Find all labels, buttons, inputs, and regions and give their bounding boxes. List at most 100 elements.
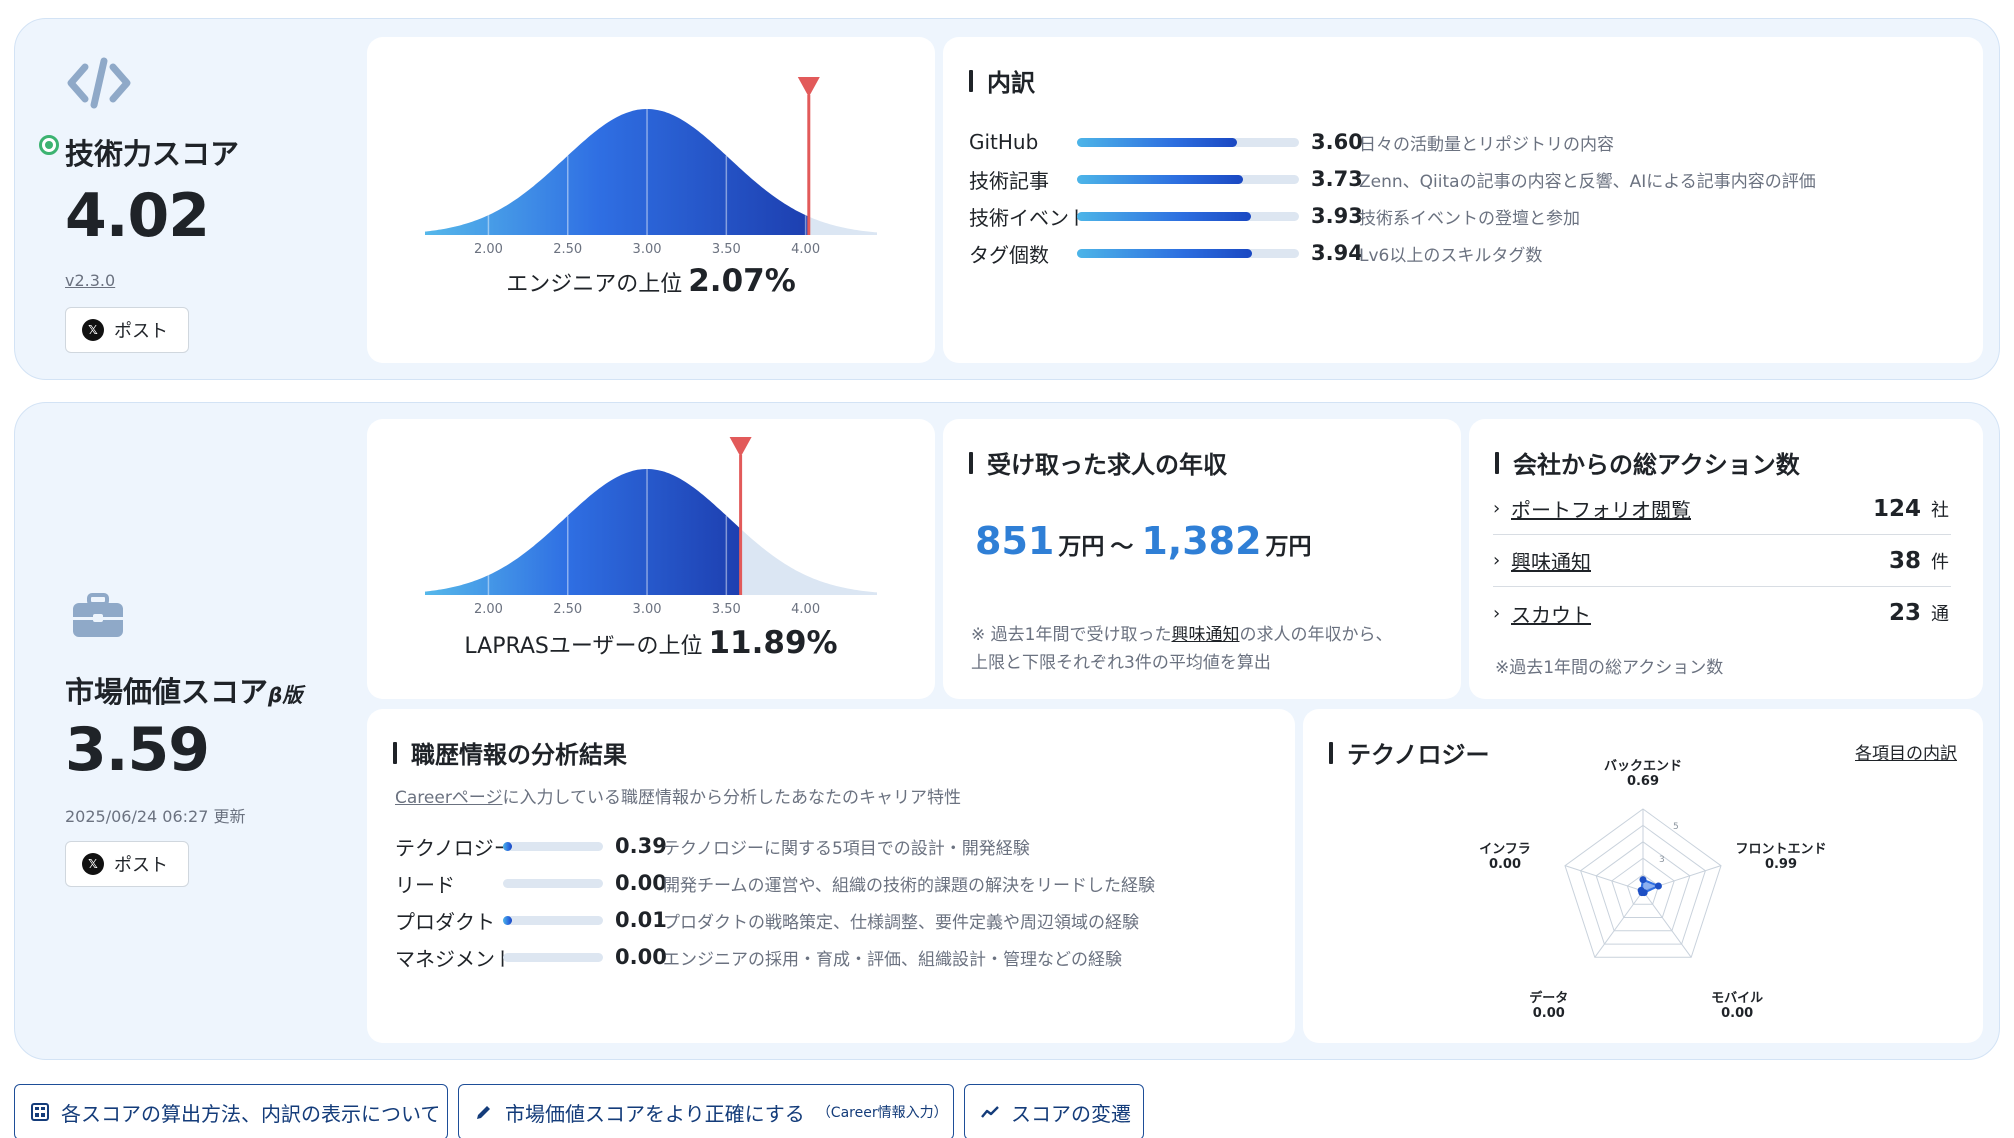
radar-scale-label: 3: [1659, 855, 1665, 865]
score-calculation-button[interactable]: 各スコアの算出方法、内訳の表示について: [14, 1084, 448, 1138]
button-label: スコアの変遷: [1011, 1101, 1131, 1126]
radar-value-point: [1637, 886, 1645, 894]
percentile-prefix: LAPRASユーザーの上位: [464, 634, 703, 659]
score-row: 技術イベント 3.93 技術系イベントの登壇と参加: [969, 201, 1969, 231]
radar-axis-value: 0.00: [1488, 856, 1522, 872]
pencil-icon: [475, 1102, 493, 1122]
row-value: 3.93: [1311, 204, 1363, 228]
distribution-fill: [425, 469, 741, 595]
chevron-right-icon: ›: [1493, 550, 1501, 571]
x-logo-icon: 𝕏: [82, 853, 104, 875]
interest-notice-link[interactable]: 興味通知: [1171, 625, 1239, 645]
chevron-right-icon: ›: [1493, 498, 1501, 519]
technology-card: テクノロジー 各項目の内訳 53 バックエンド 0.69 フロントエンド 0.99 モバ…: [1303, 709, 1983, 1043]
tick-label: 4.00: [791, 602, 820, 617]
row-bar-track: [1077, 249, 1299, 258]
action-count: 23: [1888, 600, 1921, 626]
radar-axis-label: フロントエンド 0.99: [1721, 842, 1841, 872]
career-card: 職歴情報の分析結果 Careerページに入力している職歴情報から分析したあなたの…: [367, 709, 1295, 1043]
radar-axis-name: バックエンド: [1603, 759, 1682, 774]
chevron-right-icon: ›: [1493, 602, 1501, 624]
salary-low: 851: [975, 519, 1055, 563]
action-link[interactable]: ポートフォリオ閲覧: [1511, 494, 1873, 523]
action-row: › ポートフォリオ閲覧 124 社: [1493, 483, 1951, 535]
radar-axis-name: データ: [1529, 991, 1569, 1007]
improve-market-score-button[interactable]: 市場価値スコアをより正確にする （Career情報入力）: [458, 1084, 954, 1138]
score-version-link[interactable]: v2.3.0: [65, 271, 115, 290]
row-bar-track: [503, 879, 603, 888]
radar-value-point: [1639, 876, 1647, 884]
row-bar-fill: [1077, 138, 1237, 147]
action-link[interactable]: スカウト: [1511, 599, 1889, 628]
radar-axis-name: インフラ: [1479, 841, 1531, 857]
radar-axis-label: バックエンド 0.69: [1583, 759, 1703, 789]
tick-label: 2.00: [474, 242, 503, 257]
row-description: エンジニアの採用・育成・評価、組織設計・管理などの経験: [663, 949, 1122, 970]
score-row: GitHub 3.60 日々の活動量とリポジトリの内容: [969, 127, 1969, 157]
row-description: 開発チームの運営や、組織の技術的課題の解決をリードした経験: [663, 875, 1155, 896]
radar-axis: [1594, 890, 1644, 958]
actions-note: ※過去1年間の総アクション数: [1495, 658, 1724, 678]
row-value: 0.01: [615, 908, 667, 932]
score-marker-icon: [729, 437, 752, 457]
action-link[interactable]: 興味通知: [1511, 546, 1889, 575]
x-logo-icon: 𝕏: [82, 319, 104, 341]
post-label: ポスト: [114, 855, 168, 876]
row-bar-fill: [1077, 212, 1252, 221]
score-row: 技術記事 3.73 Zenn、Qiitaの記事の内容と反響、AIによる記事内容の評価: [969, 164, 1969, 194]
row-description: プロダクトの戦略策定、仕様調整、要件定義や周辺領域の経験: [663, 912, 1139, 933]
row-description: Lv6以上のスキルタグ数: [1359, 245, 1543, 266]
row-bar-fill: [1077, 175, 1243, 184]
tech-score-title: 技術力スコア: [65, 137, 240, 171]
actions-card: 会社からの総アクション数 › ポートフォリオ閲覧 124 社 › 興味通知 38 件 › スカウト…: [1469, 419, 1983, 699]
score-history-button[interactable]: スコアの変遷: [964, 1084, 1144, 1138]
salary-range: 851 万円〜 1,382 万円: [975, 519, 1318, 563]
action-unit: 社: [1931, 499, 1949, 521]
calculator-icon: [31, 1102, 49, 1122]
row-label: 技術記事: [969, 168, 1049, 193]
row-bar-fill: [1077, 249, 1252, 258]
radar-axis-name: フロントエンド: [1735, 841, 1827, 857]
salary-title: 受け取った求人の年収: [969, 445, 1227, 480]
tech-distribution-chart: 2.00 2.50 3.00 3.50 4.00: [425, 77, 877, 257]
row-value: 3.73: [1311, 167, 1363, 191]
row-bar-fill: [503, 916, 512, 925]
row-label: プロダクト: [395, 909, 495, 934]
row-bar-fill: [503, 842, 512, 851]
tech-post-button[interactable]: 𝕏 ポスト: [65, 307, 189, 353]
row-value: 3.94: [1311, 241, 1363, 265]
radar-axis: [1642, 890, 1692, 958]
market-distribution-chart: 2.00 2.50 3.00 3.50 4.00: [425, 437, 877, 617]
row-bar-track: [1077, 175, 1299, 184]
row-value: 3.60: [1311, 130, 1363, 154]
radar-axis-name: モバイル: [1711, 991, 1764, 1007]
radar-axis-label: モバイル 0.00: [1677, 991, 1797, 1021]
post-label: ポスト: [114, 321, 168, 342]
career-page-link[interactable]: Careerページ: [395, 788, 502, 808]
market-post-button[interactable]: 𝕏 ポスト: [65, 841, 189, 887]
salary-card: 受け取った求人の年収 851 万円〜 1,382 万円 ※ 過去1年間で受け取った興味…: [943, 419, 1461, 699]
beta-badge: β版: [268, 683, 303, 707]
tick-label: 3.00: [633, 602, 662, 617]
percentile-value: 2.07%: [688, 263, 796, 299]
action-count: 124: [1872, 495, 1921, 522]
tech-score-value: 4.02: [65, 181, 210, 251]
tick-label: 3.50: [712, 602, 741, 617]
market-score-panel: 市場価値スコアβ版 3.59 2025/06/24 06:27 更新 𝕏 ポスト…: [14, 402, 2000, 1060]
trend-chart-icon: [981, 1102, 999, 1122]
salary-unit: 万円: [1265, 534, 1312, 560]
radar-axis-value: 0.99: [1764, 856, 1798, 872]
salary-tilde: 〜: [1110, 534, 1134, 560]
row-label: タグ個数: [969, 242, 1049, 267]
row-label: テクノロジー: [395, 835, 514, 860]
radar-axis-label: データ 0.00: [1489, 991, 1609, 1021]
score-row: テクノロジー 0.39 テクノロジーに関する5項目での設計・開発経験: [395, 831, 1295, 861]
row-value: 0.39: [615, 834, 667, 858]
row-description: Zenn、Qiitaの記事の内容と反響、AIによる記事内容の評価: [1359, 171, 1816, 192]
action-unit: 通: [1931, 604, 1949, 625]
salary-note: ※ 過去1年間で受け取った興味通知の求人の年収から、 上限と下限それぞれ3件の平…: [971, 625, 1393, 673]
actions-title: 会社からの総アクション数: [1495, 445, 1800, 480]
market-percentile: LAPRASユーザーの上位 11.89%: [367, 625, 935, 661]
score-row: タグ個数 3.94 Lv6以上のスキルタグ数: [969, 238, 1969, 268]
action-unit: 件: [1931, 551, 1949, 573]
